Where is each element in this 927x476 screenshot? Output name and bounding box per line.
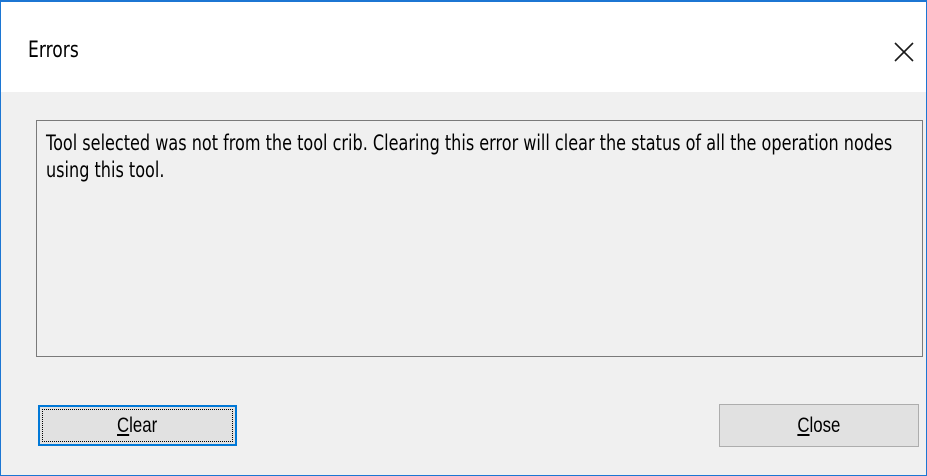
close-icon-glyph [894, 42, 914, 62]
error-message-text: Tool selected was not from the tool crib… [46, 131, 893, 182]
clear-button[interactable]: Clear [38, 405, 237, 446]
clear-button-label: Clear [117, 413, 158, 437]
close-button[interactable]: Close [719, 404, 919, 447]
errors-dialog: Errors Tool selected was not from the to… [0, 0, 927, 476]
close-button-label: Close [797, 413, 841, 437]
close-icon[interactable] [884, 32, 924, 72]
title-bar: Errors [1, 2, 926, 92]
error-message-box[interactable]: Tool selected was not from the tool crib… [36, 120, 923, 357]
dialog-title: Errors [28, 38, 79, 63]
